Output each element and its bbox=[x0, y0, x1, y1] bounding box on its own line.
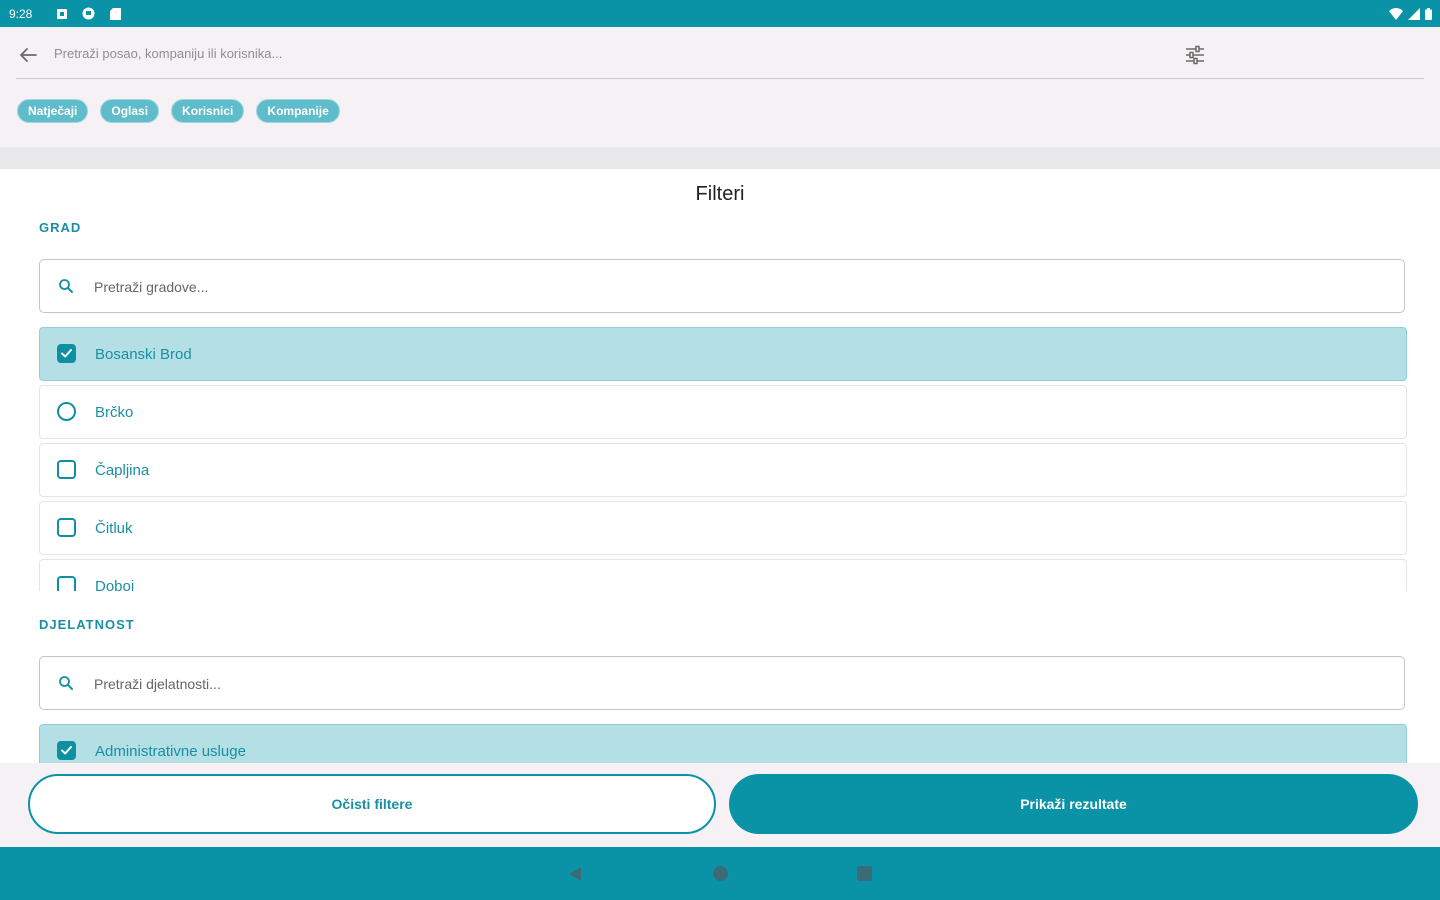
back-button[interactable] bbox=[14, 41, 42, 69]
filter-sheet: Filteri GRAD Bosanski Brod Brčko Čapljin… bbox=[0, 169, 1440, 847]
search-divider bbox=[16, 78, 1424, 79]
industry-search-input[interactable] bbox=[92, 671, 1376, 697]
industry-list[interactable]: Administrativne usluge bbox=[39, 724, 1407, 763]
checkbox-checked-icon[interactable] bbox=[57, 741, 76, 760]
chip-natjecaji[interactable]: Natječaji bbox=[17, 99, 89, 123]
industry-item-administrativne-usluge[interactable]: Administrativne usluge bbox=[39, 724, 1407, 763]
filter-settings-button[interactable] bbox=[1181, 41, 1209, 69]
action-bar: Očisti filtere Prikaži rezultate bbox=[0, 763, 1440, 847]
city-item-capljina[interactable]: Čapljina bbox=[39, 443, 1407, 497]
industry-search-field[interactable] bbox=[39, 656, 1405, 710]
search-input[interactable]: Pretraži posao, kompaniju ili korisnika.… bbox=[54, 46, 282, 61]
checkbox-icon[interactable] bbox=[57, 402, 76, 421]
battery-icon bbox=[1425, 7, 1432, 25]
category-chips: Natječaji Oglasi Korisnici Kompanije bbox=[17, 99, 340, 123]
show-results-button[interactable]: Prikaži rezultate bbox=[729, 774, 1418, 834]
city-item-citluk[interactable]: Čitluk bbox=[39, 501, 1407, 555]
clear-filters-button[interactable]: Očisti filtere bbox=[28, 774, 716, 834]
city-search-field[interactable] bbox=[39, 259, 1405, 313]
sd-card-icon bbox=[110, 7, 122, 20]
nav-back-icon[interactable] bbox=[567, 866, 583, 887]
section-label-djelatnost: DJELATNOST bbox=[39, 617, 135, 632]
chip-korisnici[interactable]: Korisnici bbox=[171, 99, 245, 123]
city-item-label: Doboj bbox=[95, 578, 135, 591]
search-icon bbox=[59, 279, 73, 293]
city-item-label: Čapljina bbox=[95, 462, 150, 479]
search-icon bbox=[59, 676, 73, 690]
signal-icon bbox=[1408, 7, 1420, 25]
section-label-grad: GRAD bbox=[39, 220, 82, 235]
city-list[interactable]: Bosanski Brod Brčko Čapljina Čitluk Dobo… bbox=[39, 327, 1407, 591]
status-bar: 9:28 bbox=[0, 0, 1440, 27]
city-item-label: Bosanski Brod bbox=[95, 346, 192, 363]
checkbox-icon[interactable] bbox=[57, 576, 76, 591]
checkbox-icon[interactable] bbox=[57, 518, 76, 537]
nav-recents-icon[interactable] bbox=[857, 866, 872, 881]
city-item-label: Brčko bbox=[95, 404, 134, 421]
city-item-bosanski-brod[interactable]: Bosanski Brod bbox=[39, 327, 1407, 381]
checkbox-icon[interactable] bbox=[57, 460, 76, 479]
notification-icon bbox=[56, 7, 68, 19]
nav-home-icon[interactable] bbox=[713, 866, 728, 881]
city-item-brcko[interactable]: Brčko bbox=[39, 385, 1407, 439]
chip-kompanije[interactable]: Kompanije bbox=[256, 99, 340, 123]
city-item-doboj[interactable]: Doboj bbox=[39, 559, 1407, 591]
search-header: Pretraži posao, kompaniju ili korisnika.… bbox=[0, 27, 1440, 147]
checkbox-checked-icon[interactable] bbox=[57, 344, 76, 363]
pocket-icon bbox=[82, 7, 95, 20]
city-search-input[interactable] bbox=[92, 274, 1376, 300]
sliders-icon bbox=[1186, 45, 1204, 65]
city-item-label: Čitluk bbox=[95, 520, 133, 537]
sheet-title: Filteri bbox=[695, 183, 745, 205]
wifi-icon bbox=[1389, 7, 1403, 25]
arrow-left-icon bbox=[20, 48, 37, 62]
sheet-backdrop bbox=[0, 147, 1440, 169]
industry-item-label: Administrativne usluge bbox=[95, 743, 246, 760]
status-time: 9:28 bbox=[9, 7, 33, 21]
chip-oglasi[interactable]: Oglasi bbox=[100, 99, 160, 123]
